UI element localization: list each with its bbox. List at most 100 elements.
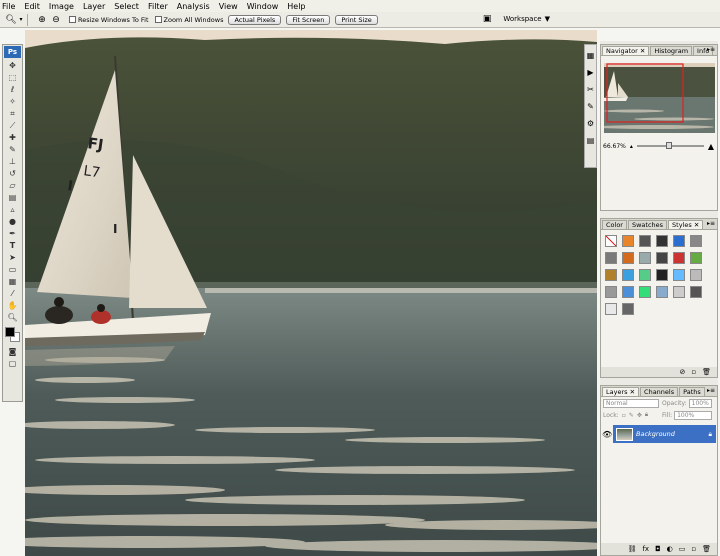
eraser-tool-icon[interactable]: ▱ [5,180,21,192]
tab-histogram[interactable]: Histogram [650,46,693,55]
style-swatch[interactable] [690,286,702,298]
tab-channels[interactable]: Channels [640,387,679,396]
blur-tool-icon[interactable]: ▵ [5,204,21,216]
lock-all-icon[interactable]: 🔒︎ [645,411,648,419]
menu-help[interactable]: Help [287,2,305,11]
style-swatch[interactable] [622,286,634,298]
tab-color[interactable]: Color [602,220,627,229]
zoom-tool-preset-icon[interactable]: 🔍︎ [4,14,18,26]
hand-tool-icon[interactable]: ✋ [5,300,21,312]
crop-tool-icon[interactable]: ⌗ [5,108,21,120]
zoom-in-mountain-icon[interactable]: ▲ [708,142,714,151]
style-swatch[interactable] [639,235,651,247]
style-swatch[interactable] [605,303,617,315]
gradient-tool-icon[interactable]: ▤ [5,192,21,204]
foreground-color-swatch[interactable] [5,327,15,337]
quick-mask-icon[interactable]: ◙ [5,346,21,358]
history-icon[interactable]: ▦ [585,50,596,61]
panel-menu-icon[interactable]: ▸≡ [707,387,715,394]
panel-menu-icon[interactable]: ▸≡ [707,220,715,227]
style-swatch[interactable] [622,269,634,281]
chevron-down-icon[interactable]: ▾ [18,14,24,26]
clone-source-icon[interactable]: ⚙ [585,118,596,129]
healing-brush-tool-icon[interactable]: ✚ [5,132,21,144]
brush-tool-icon[interactable]: ✎ [5,144,21,156]
style-swatch[interactable] [673,269,685,281]
style-swatch[interactable] [605,252,617,264]
menu-image[interactable]: Image [49,2,74,11]
layer-row-background[interactable]: 👁︎ Background 🔒︎ [602,425,716,443]
slice-tool-icon[interactable]: ⟋ [5,120,21,132]
layer-comps-icon[interactable]: ▤ [585,135,596,146]
new-group-icon[interactable]: ▭ [679,545,686,553]
zoom-slider-knob[interactable] [666,142,673,149]
screen-mode-icon[interactable]: ▢ [5,358,21,370]
zoom-level[interactable]: 66.67% [603,143,626,150]
actual-pixels-button[interactable]: Actual Pixels [228,14,282,25]
menu-layer[interactable]: Layer [83,2,105,11]
visibility-eye-icon[interactable]: 👁︎ [602,430,612,439]
type-tool-icon[interactable]: T [5,240,21,252]
zoom-out-mountain-icon[interactable]: ▴ [630,143,633,150]
style-swatch[interactable] [639,269,651,281]
menu-file[interactable]: File [2,2,15,11]
checkbox-box[interactable] [154,16,162,23]
trash-icon[interactable]: 🗑︎ [702,368,711,376]
zoom-out-icon[interactable]: ⊖ [49,14,63,26]
menu-view[interactable]: View [219,2,238,11]
adjustment-layer-icon[interactable]: ◐ [667,545,673,553]
workspace-menu[interactable]: ▣ Workspace ▼ [483,14,550,24]
zoom-in-icon[interactable]: ⊕ [35,14,49,26]
notes-tool-icon[interactable]: ▦ [5,276,21,288]
new-style-icon[interactable]: ▫ [691,368,696,376]
navigator-thumbnail[interactable] [604,63,715,133]
panel-menu-icon[interactable]: ▸≡ [707,46,715,53]
zoom-slider[interactable] [636,142,704,149]
layer-mask-icon[interactable]: ◘ [655,545,661,553]
document-canvas[interactable]: FJ L7 I I [25,30,597,556]
style-swatch[interactable] [605,235,617,247]
color-swatches[interactable] [4,326,21,342]
style-swatch[interactable] [656,269,668,281]
zoom-tool-icon[interactable]: 🔍︎ [5,312,21,324]
style-swatch[interactable] [656,235,668,247]
link-layers-icon[interactable]: ⛓︎ [628,545,637,553]
clear-style-icon[interactable]: ⊘ [679,368,685,376]
style-swatch[interactable] [605,269,617,281]
menu-window[interactable]: Window [247,2,279,11]
lock-pixels-icon[interactable]: ✎ [629,412,634,419]
photoshop-logo[interactable]: Ps [4,46,21,58]
style-swatch[interactable] [639,252,651,264]
pen-tool-icon[interactable]: ✒ [5,228,21,240]
style-swatch[interactable] [605,286,617,298]
blend-mode-select[interactable]: Normal [603,398,659,408]
lock-position-icon[interactable]: ✥ [637,412,642,419]
style-swatch[interactable] [690,269,702,281]
opacity-field[interactable]: 100% [688,398,712,408]
marquee-tool-icon[interactable]: ⬚ [5,72,21,84]
eyedropper-tool-icon[interactable]: ⁄ [5,288,21,300]
tab-layers[interactable]: Layers ✕ [602,387,640,396]
trash-icon[interactable]: 🗑︎ [702,545,711,553]
dodge-tool-icon[interactable]: ● [5,216,21,228]
style-swatch[interactable] [690,235,702,247]
style-swatch[interactable] [622,235,634,247]
style-swatch[interactable] [673,286,685,298]
style-swatch[interactable] [622,252,634,264]
style-swatch[interactable] [656,252,668,264]
checkbox-box[interactable] [69,16,76,23]
tab-navigator[interactable]: Navigator ✕ [602,46,650,55]
layer-style-icon[interactable]: fx [642,545,649,553]
clone-stamp-tool-icon[interactable]: ⊥ [5,156,21,168]
zoom-all-windows-checkbox[interactable]: Zoom All Windows [154,16,223,24]
tool-presets-icon[interactable]: ✂ [585,84,596,95]
tab-paths[interactable]: Paths [679,387,705,396]
lock-transparent-icon[interactable]: ▫ [622,412,626,419]
style-swatch[interactable] [656,286,668,298]
lasso-tool-icon[interactable]: ℓ [5,84,21,96]
fit-screen-button[interactable]: Fit Screen [286,14,331,25]
history-brush-tool-icon[interactable]: ↺ [5,168,21,180]
style-swatch[interactable] [673,235,685,247]
tab-styles[interactable]: Styles ✕ [668,220,704,229]
move-tool-icon[interactable]: ✥ [5,60,21,72]
